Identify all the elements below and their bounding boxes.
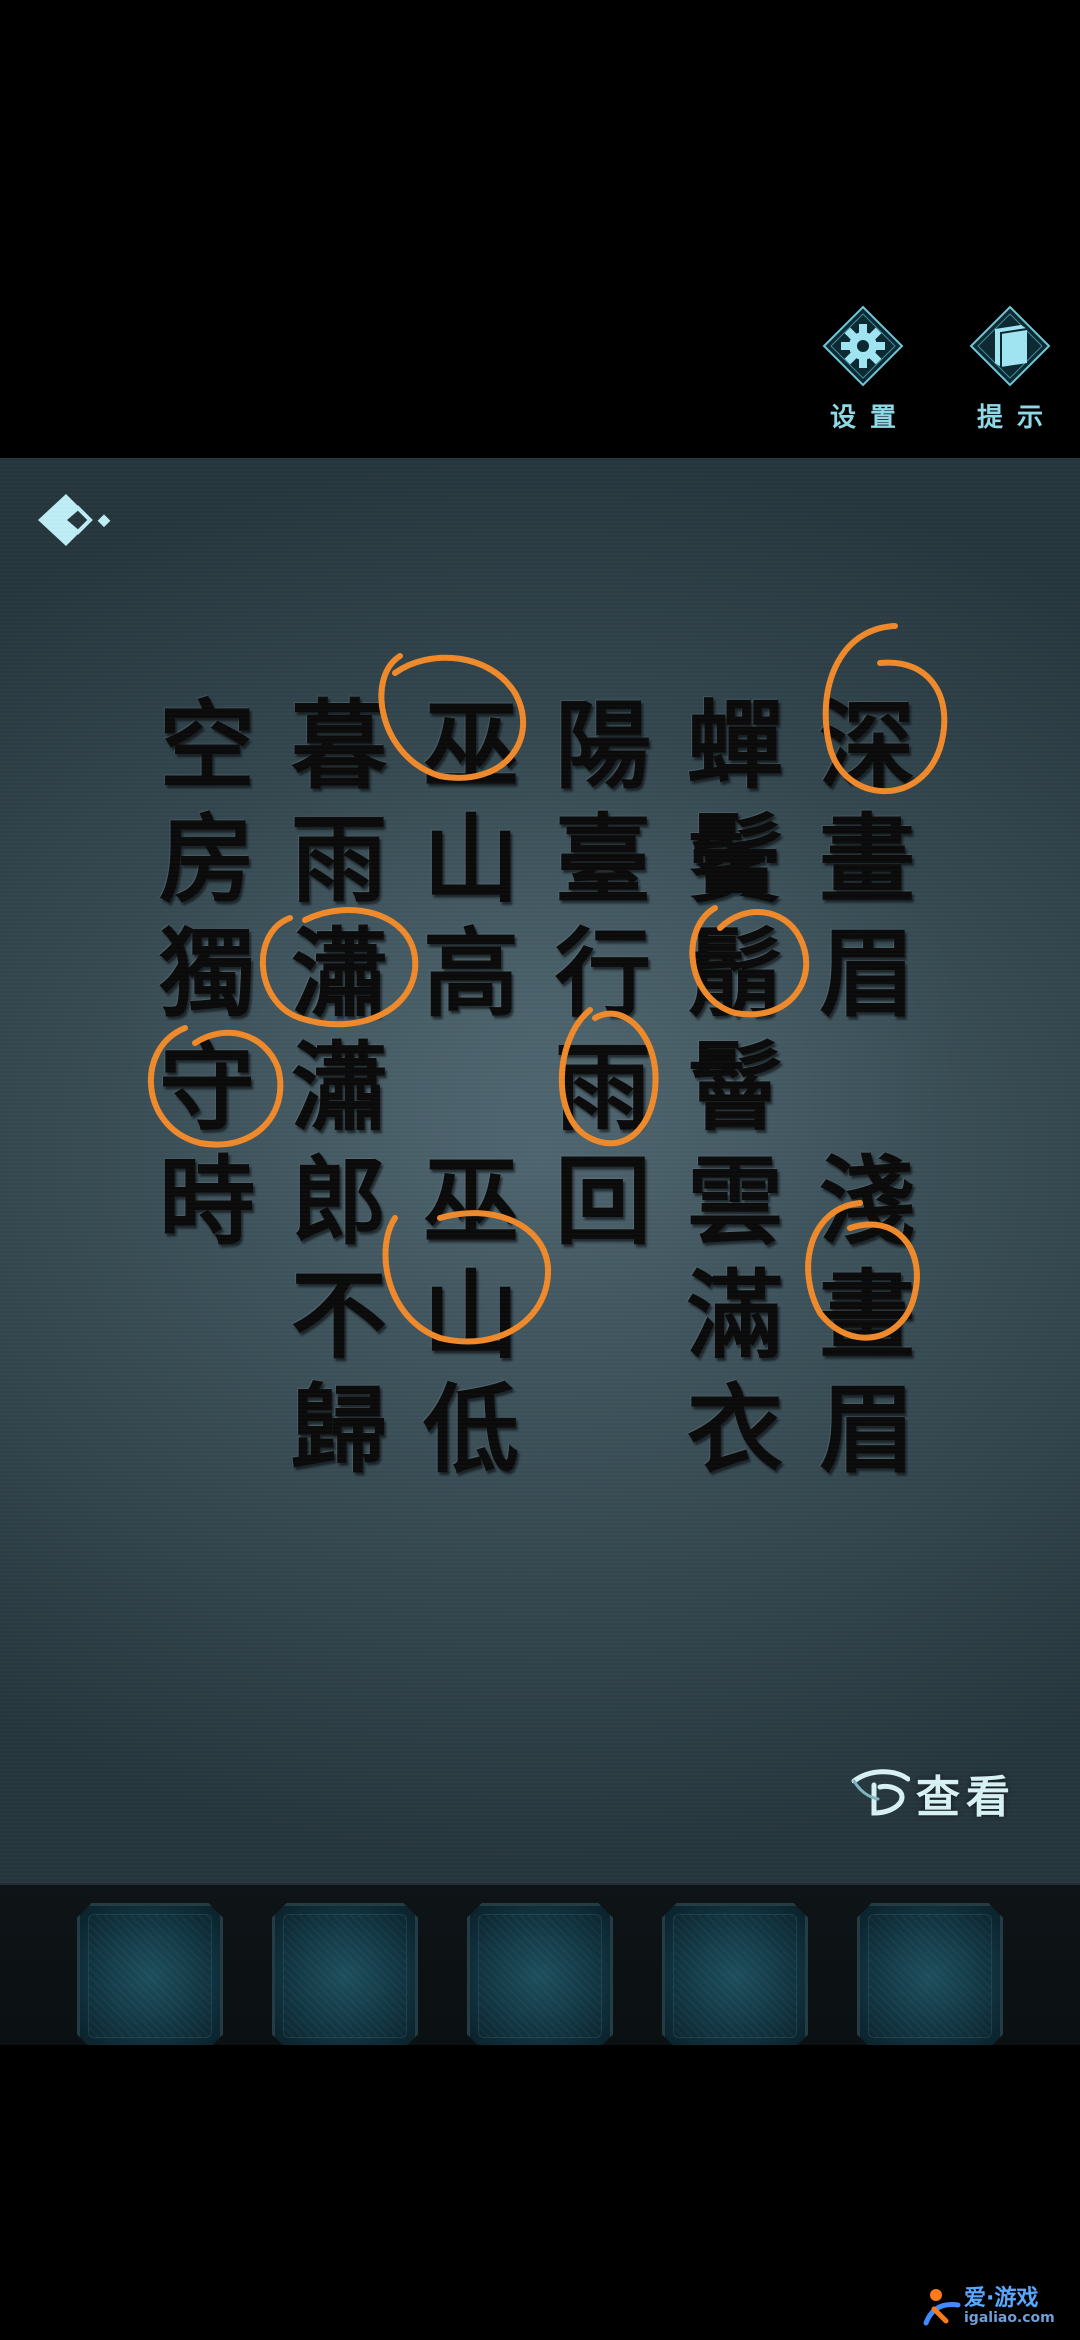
poem-char: 房 [159, 803, 255, 916]
poem-column-5: 暮 雨 瀟 瀟 郎 不 歸 [284, 698, 394, 1496]
top-bar: 设置 提示 [0, 0, 1080, 458]
poem-text: 深 畫 眉 淺 畫 眉 蟬 鬢 鬅 鬙 雲 滿 衣 陽 臺 行 雨 回 巫 山 … [0, 458, 1080, 1883]
settings-label: 设置 [829, 403, 910, 433]
poem-char: 高 [423, 917, 519, 1030]
poem-char: 獨 [159, 917, 255, 1030]
eye-swirl-icon [851, 1769, 910, 1816]
poem-char: 衣 [687, 1373, 783, 1486]
poem-char: 畫 [819, 1259, 915, 1372]
poem-char: 守 [159, 1031, 255, 1144]
poem-char: 眉 [819, 1373, 915, 1486]
poem-char: 山 [423, 1259, 519, 1372]
poem-char: 回 [555, 1145, 651, 1258]
hint-button[interactable]: 提示 [950, 305, 1070, 440]
hint-label: 提示 [976, 403, 1057, 433]
poem-column-6: 空 房 獨 守 時 [152, 698, 262, 1268]
settings-button[interactable]: 设置 [803, 305, 923, 440]
inventory-bar [0, 1883, 1080, 2049]
poem-char: 空 [159, 689, 255, 802]
watermark-logo-icon [923, 2289, 961, 2326]
poem-char: 深 [819, 689, 915, 802]
poem-char: 時 [159, 1145, 255, 1258]
poem-char: 雨 [555, 1031, 651, 1144]
poem-char: 瀟 [291, 917, 387, 1030]
poem-char: 雲 [687, 1145, 783, 1258]
poem-column-4: 巫 山 高 巫 山 低 [416, 698, 526, 1496]
gear-icon [822, 305, 904, 387]
poem-char: 畫 [819, 803, 915, 916]
poem-char: 低 [423, 1373, 519, 1486]
book-icon [969, 305, 1051, 387]
poem-char: 行 [555, 917, 651, 1030]
poem-column-1: 深 畫 眉 淺 畫 眉 [812, 698, 922, 1496]
poem-char: 蟬 [687, 689, 783, 802]
poem-char: 眉 [819, 917, 915, 1030]
poem-column-3: 陽 臺 行 雨 回 [548, 698, 658, 1268]
poem-char: 雨 [291, 803, 387, 916]
poem-scene: 深 畫 眉 淺 畫 眉 蟬 鬢 鬅 鬙 雲 滿 衣 陽 臺 行 雨 回 巫 山 … [0, 458, 1080, 1883]
bottom-area [0, 2045, 1080, 2340]
poem-char: 歸 [291, 1373, 387, 1486]
inventory-slot-3[interactable] [467, 1903, 613, 2049]
inventory-slot-5[interactable] [857, 1903, 1003, 2049]
poem-char: 郎 [291, 1145, 387, 1258]
poem-char: 鬙 [687, 1031, 783, 1144]
poem-char: 滿 [687, 1259, 783, 1372]
view-button-label: 查看 [916, 1772, 1016, 1823]
poem-char: 臺 [555, 803, 651, 916]
view-button[interactable]: 查看 [850, 1758, 1050, 1828]
poem-char: 陽 [555, 689, 651, 802]
poem-char: 瀟 [291, 1031, 387, 1144]
poem-char: 暮 [291, 689, 387, 802]
poem-char: 山 [423, 803, 519, 916]
poem-char: 巫 [423, 689, 519, 802]
inventory-slot-1[interactable] [77, 1903, 223, 2049]
poem-char: 巫 [423, 1145, 519, 1258]
poem-char: 鬅 [687, 917, 783, 1030]
poem-char: 鬢 [687, 803, 783, 916]
inventory-slot-4[interactable] [662, 1903, 808, 2049]
poem-column-2: 蟬 鬢 鬅 鬙 雲 滿 衣 [680, 698, 790, 1496]
poem-char: 不 [291, 1259, 387, 1372]
watermark-text-top: 爱·游戏 [964, 2286, 1039, 2312]
watermark-text-bottom: igaliao.com [964, 2310, 1055, 2327]
watermark: 爱·游戏 igaliao.com [920, 2282, 1055, 2332]
inventory-slot-2[interactable] [272, 1903, 418, 2049]
poem-char: 淺 [819, 1145, 915, 1258]
